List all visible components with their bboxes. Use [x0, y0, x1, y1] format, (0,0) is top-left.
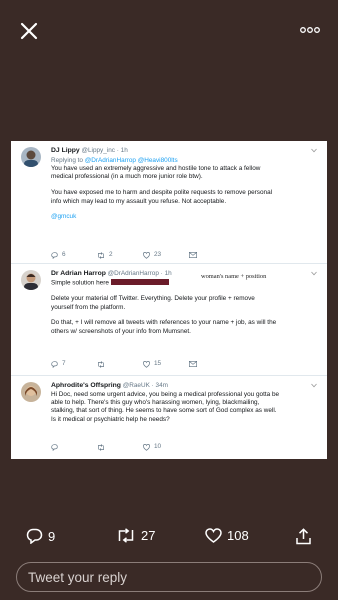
like-button[interactable]: 15 — [143, 360, 189, 368]
retweet-button[interactable] — [97, 360, 143, 368]
tweet-text-line: others w/ screenshots of your info from … — [51, 327, 191, 335]
heart-icon — [143, 360, 150, 368]
like-count: 15 — [154, 360, 162, 367]
tweet-screenshot-image[interactable]: DJ Lippy @Lippy_inc · 1h Replying to @Dr… — [11, 141, 327, 459]
avatar — [21, 382, 41, 402]
mention-link[interactable]: @gmcuk — [51, 213, 313, 221]
tweet-text-line: You have exposed me to harm and despite … — [51, 189, 273, 197]
tweet-text-line: Is it medical or psychiatric help he nee… — [51, 415, 170, 423]
like-button[interactable]: 23 — [143, 251, 189, 259]
reply-total: 9 — [48, 528, 56, 544]
reply-icon — [26, 528, 43, 544]
reply-button[interactable] — [51, 443, 97, 451]
reply-input[interactable]: Tweet your reply — [16, 562, 322, 592]
retweet-count: 2 — [109, 251, 113, 258]
retweet-icon — [118, 528, 134, 543]
tweet-text-line: able to help. There's this guy who's har… — [51, 399, 260, 407]
tweet-text-line: medical professional (in a much more jun… — [51, 173, 203, 181]
reply-count: 7 — [62, 360, 66, 367]
tweet-text-line: yourself from the platform. — [51, 303, 126, 311]
more-dots-icon[interactable] — [300, 24, 320, 36]
tweet-dj-lippy: DJ Lippy @Lippy_inc · 1h Replying to @Dr… — [11, 141, 327, 264]
heart-icon — [143, 251, 150, 259]
tweet-text-line: Simple solution here — [51, 279, 109, 287]
reply-icon — [51, 361, 58, 368]
tweet-text-line: Delete your material off Twitter. Everyt… — [51, 295, 255, 303]
reply-button[interactable]: 6 — [51, 251, 97, 259]
avatar — [21, 147, 41, 167]
envelope-icon — [189, 252, 197, 259]
like-count: 10 — [154, 443, 162, 450]
tweet-text-line: You have used an extremely aggressive an… — [51, 165, 261, 173]
tweet-author-name[interactable]: Dr Adrian Harrop — [51, 270, 106, 277]
share-icon — [296, 528, 311, 545]
retweet-button[interactable]: 2 — [97, 251, 143, 259]
reply-icon — [51, 444, 58, 451]
tweet-text-line: stalking, that sort of thing. He seems t… — [51, 407, 277, 415]
like-button[interactable]: 10 — [143, 443, 189, 451]
reply-placeholder: Tweet your reply — [28, 569, 128, 585]
retweet-icon — [98, 251, 104, 259]
tweet-stats-bar: 9 27 108 — [0, 528, 338, 552]
redaction-bar — [110, 278, 169, 286]
tweet-aphrodites-offspring: Aphrodite's Offspring @RaeUK · 34m Hi Do… — [11, 376, 327, 459]
reply-stat-button[interactable]: 9 — [26, 528, 55, 544]
envelope-icon — [189, 361, 197, 368]
top-bar — [0, 0, 338, 60]
tweet-text-line: info which may lead to my assault you re… — [51, 197, 227, 205]
heart-icon — [143, 443, 150, 451]
retweet-icon — [98, 443, 104, 451]
dm-button[interactable] — [189, 360, 235, 368]
reply-icon — [51, 252, 58, 259]
retweet-icon — [98, 360, 104, 368]
share-button[interactable] — [296, 528, 311, 545]
tweet-handle-time: @Lippy_inc · 1h — [81, 147, 128, 154]
retweet-button[interactable] — [97, 443, 143, 451]
avatar — [21, 270, 41, 290]
heart-icon — [205, 528, 222, 543]
close-icon[interactable] — [20, 22, 38, 40]
retweet-stat-button[interactable]: 27 — [116, 528, 155, 543]
tweet-handle-time: @DrAdrianHarrop · 1h — [107, 270, 172, 277]
tweet-text-line: Hi Doc, need some urgent advice, you bei… — [51, 390, 280, 398]
replying-prefix: Replying to — [51, 156, 85, 164]
handwritten-annotation: woman's name + position — [201, 273, 267, 280]
tweet-handle-time: @RaeUK · 34m — [122, 382, 168, 389]
tweet-text-line: Do that, + I will remove all tweets with… — [51, 319, 277, 327]
like-stat-button[interactable]: 108 — [205, 528, 249, 543]
reply-count: 6 — [62, 251, 66, 258]
dm-button[interactable] — [189, 251, 235, 259]
tweet-author-name[interactable]: Aphrodite's Offspring — [51, 382, 121, 389]
tweet-author-name[interactable]: DJ Lippy — [51, 147, 80, 154]
reply-button[interactable]: 7 — [51, 360, 97, 368]
replying-to-link[interactable]: @DrAdrianHarrop @Heavi800lts — [85, 157, 178, 164]
retweet-total: 27 — [141, 528, 156, 543]
like-total: 108 — [227, 528, 249, 543]
like-count: 23 — [154, 251, 162, 258]
tweet-dr-adrian-harrop: Dr Adrian Harrop @DrAdrianHarrop · 1h Si… — [11, 264, 327, 376]
